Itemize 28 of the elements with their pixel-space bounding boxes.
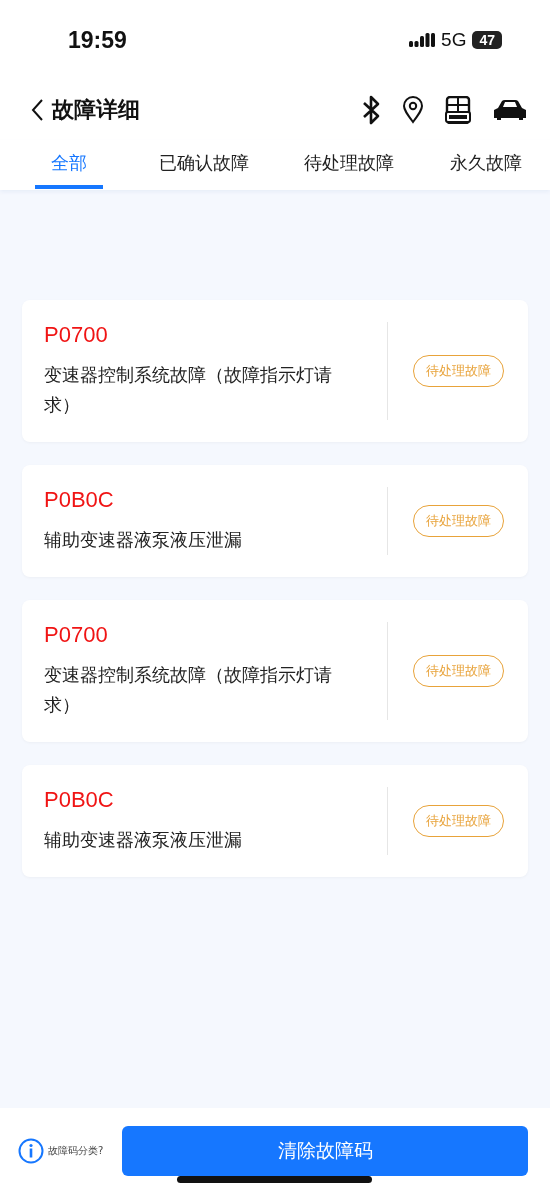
- fault-code: P0B0C: [44, 487, 115, 513]
- help-link[interactable]: 故障码分类?: [48, 1144, 104, 1158]
- fault-description: 辅助变速器液泵液压泄漏: [44, 828, 243, 852]
- obd-connector-icon[interactable]: [444, 96, 472, 124]
- fault-code: P0B0C: [44, 787, 115, 813]
- network-label: 5G: [441, 29, 467, 51]
- page-title: 故障详细: [52, 96, 140, 124]
- tab[interactable]: 已确认故障: [158, 140, 249, 189]
- location-icon[interactable]: [402, 96, 424, 124]
- fault-card[interactable]: P0700 变速器控制系统故障（故障指示灯请求） 待处理故障: [22, 300, 528, 442]
- car-icon[interactable]: [492, 98, 528, 122]
- signal-icon: [409, 32, 436, 48]
- fault-code: P0700: [44, 322, 109, 348]
- fault-card[interactable]: P0B0C 辅助变速器液泵液压泄漏 待处理故障: [22, 765, 528, 877]
- tab[interactable]: 待处理故障: [304, 140, 395, 189]
- fault-card[interactable]: P0700 变速器控制系统故障（故障指示灯请求） 待处理故障: [22, 600, 528, 742]
- fault-description: 变速器控制系统故障（故障指示灯请求）: [44, 363, 333, 417]
- fault-description: 变速器控制系统故障（故障指示灯请求）: [44, 663, 333, 717]
- battery-indicator: 47: [472, 31, 502, 49]
- fault-code: P0700: [44, 622, 109, 648]
- info-icon[interactable]: [18, 1138, 44, 1164]
- status-time: 19:59: [68, 26, 127, 54]
- fault-card[interactable]: P0B0C 辅助变速器液泵液压泄漏 待处理故障: [22, 465, 528, 577]
- clear-codes-button[interactable]: 清除故障码: [122, 1126, 528, 1176]
- tab[interactable]: 永久故障: [449, 140, 522, 189]
- tab[interactable]: 全部: [35, 140, 103, 189]
- back-icon[interactable]: [30, 98, 44, 122]
- fault-description: 辅助变速器液泵液压泄漏: [44, 528, 243, 552]
